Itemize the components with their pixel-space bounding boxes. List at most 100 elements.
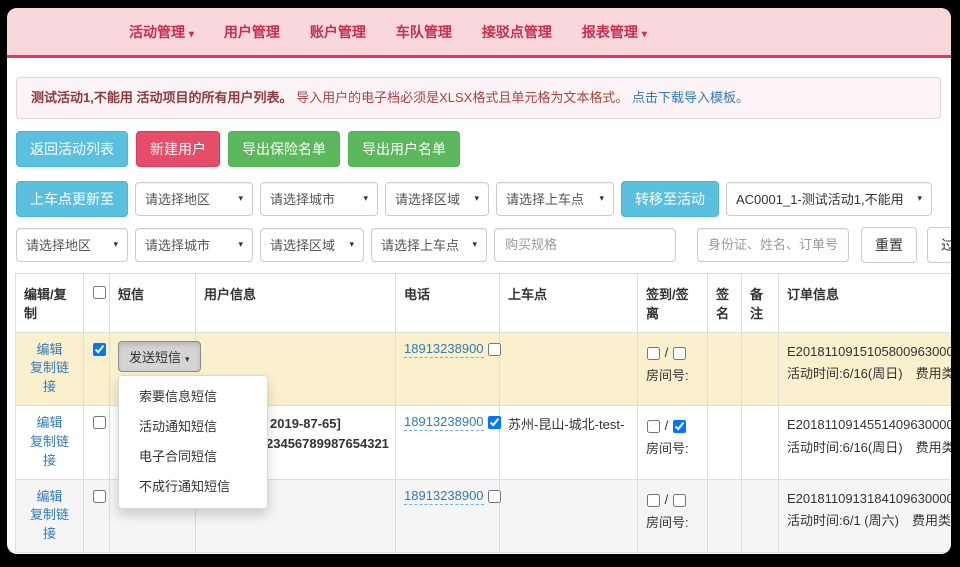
pickup-point-select[interactable]: 请选择上车点▾ xyxy=(496,182,614,216)
page-alert: 测试活动1,不能用 活动项目的所有用户列表。 导入用户的电子档必须是XLSX格式… xyxy=(16,77,941,119)
search-district-select[interactable]: 请选择区域▾ xyxy=(260,228,364,262)
user-info-cell: 李五 [不明 2019-01-31] 台胞证: ef4334 xyxy=(196,553,396,554)
order-meta: 活动时间:6/16(周日) 费用类型 xyxy=(787,366,951,381)
search-region-select[interactable]: 请选择地区▾ xyxy=(16,228,128,262)
copy-link[interactable]: 复制链接 xyxy=(24,359,75,397)
top-navbar: 活动管理 ▾ 用户管理 账户管理 车队管理 接驳点管理 报表管理 ▾ xyxy=(7,8,951,58)
caret-down-icon: ▾ xyxy=(472,239,477,250)
send-sms-button[interactable]: 发送短信▾ xyxy=(118,341,201,372)
menu-item-activity-notice-sms[interactable]: 活动通知短信 xyxy=(119,412,267,442)
edit-link[interactable]: 编辑 xyxy=(24,414,75,433)
caret-down-icon: ▾ xyxy=(917,193,922,204)
caret-down-icon: ▾ xyxy=(363,193,368,204)
room-label: 房间号: xyxy=(646,441,689,456)
menu-item-cancel-notice-sms[interactable]: 不成行通知短信 xyxy=(119,472,267,502)
menu-item-e-contract-sms[interactable]: 电子合同短信 xyxy=(119,442,267,472)
nav-item-fleet-mgmt[interactable]: 车队管理 xyxy=(396,22,452,42)
filter-button[interactable]: 过滤 xyxy=(927,227,951,263)
order-number: E2018110914551409630000195 xyxy=(787,417,951,432)
back-to-activity-list-button[interactable]: 返回活动列表 xyxy=(16,131,128,167)
phone-link[interactable]: 18913238900 xyxy=(404,414,484,431)
alert-activity-title: 测试活动1,不能用 活动项目的所有用户列表。 xyxy=(31,90,292,105)
copy-link[interactable]: 复制链接 xyxy=(24,506,75,544)
search-pickup-point-select[interactable]: 请选择上车点▾ xyxy=(371,228,487,262)
order-number: E2018110915105800963000025 xyxy=(787,344,951,359)
table-row: 编辑 复制链接 发送短信▾ 李五 [不明 2019-01-31] 台胞证: ef… xyxy=(16,553,952,554)
export-insurance-button[interactable]: 导出保险名单 xyxy=(228,131,340,167)
note-cell xyxy=(742,406,779,480)
order-meta: 活动时间:6/16(周日) 费用类型 xyxy=(787,440,951,455)
phone-link[interactable]: 18913238900 xyxy=(404,488,484,505)
sign-out-checkbox[interactable] xyxy=(673,347,686,360)
order-info-cell: E2018110914551409630000195 活动时间:6/16(周日)… xyxy=(779,406,952,480)
pickup-cell xyxy=(500,479,638,553)
download-template-link[interactable]: 点击下载导入模板。 xyxy=(632,90,749,105)
user-table: 编辑/复制 短信 用户信息 电话 上车点 签到/签离 签名 备注 订单信息 编辑… xyxy=(15,273,951,554)
header-user-info: 用户信息 xyxy=(196,273,396,332)
action-button-row: 返回活动列表 新建用户 导出保险名单 导出用户名单 xyxy=(16,131,942,167)
copy-link[interactable]: 复制链接 xyxy=(24,433,75,471)
sign-out-checkbox[interactable] xyxy=(673,420,686,433)
sign-in-checkbox[interactable] xyxy=(647,494,660,507)
order-info-cell: E2018100115550109630000035 活动时间:6/16(周日)… xyxy=(779,553,952,554)
transfer-to-activity-button[interactable]: 转移至活动 xyxy=(621,181,719,217)
phone-checkbox[interactable] xyxy=(488,416,501,429)
menu-item-request-info-sms[interactable]: 索要信息短信 xyxy=(119,382,267,412)
phone-checkbox[interactable] xyxy=(488,343,501,356)
chevron-down-icon: ▾ xyxy=(189,29,194,40)
pickup-cell xyxy=(500,553,638,554)
signature-cell xyxy=(708,332,742,406)
phone-link[interactable]: 18913238900 xyxy=(404,341,484,358)
caret-down-icon: ▾ xyxy=(238,239,243,250)
row-checkbox[interactable] xyxy=(93,343,106,356)
region-select[interactable]: 请选择地区▾ xyxy=(135,182,253,216)
sign-in-checkbox[interactable] xyxy=(647,420,660,433)
spec-input[interactable] xyxy=(494,228,676,262)
app-window: 活动管理 ▾ 用户管理 账户管理 车队管理 接驳点管理 报表管理 ▾ 测试活动1… xyxy=(7,8,951,554)
caret-down-icon: ▾ xyxy=(599,193,604,204)
chevron-down-icon: ▾ xyxy=(642,29,647,40)
district-select[interactable]: 请选择区域▾ xyxy=(385,182,489,216)
update-pickup-button[interactable]: 上车点更新至 xyxy=(16,181,128,217)
pickup-cell xyxy=(500,332,638,406)
header-phone: 电话 xyxy=(396,273,500,332)
search-city-select[interactable]: 请选择城市▾ xyxy=(135,228,253,262)
nav-item-report-mgmt[interactable]: 报表管理 ▾ xyxy=(582,22,647,42)
header-edit-copy: 编辑/复制 xyxy=(16,273,84,332)
transfer-activity-select[interactable]: AC0001_1-测试活动1,不能用▾ xyxy=(726,182,932,216)
caret-down-icon: ▾ xyxy=(185,354,190,364)
caret-down-icon: ▾ xyxy=(349,239,354,250)
table-row: 编辑 复制链接 发送短信▾ 索要信息短信 活动通知短信 电子合同短信 不成行通知… xyxy=(16,332,952,406)
sign-in-checkbox[interactable] xyxy=(647,347,660,360)
alert-body-text: 导入用户的电子档必须是XLSX格式且单元格为文本格式。 xyxy=(296,90,628,105)
row-checkbox[interactable] xyxy=(93,490,106,503)
table-header-row: 编辑/复制 短信 用户信息 电话 上车点 签到/签离 签名 备注 订单信息 xyxy=(16,273,952,332)
search-input[interactable] xyxy=(697,228,849,262)
note-cell xyxy=(742,479,779,553)
caret-down-icon: ▾ xyxy=(238,193,243,204)
note-cell xyxy=(742,553,779,554)
nav-item-activity-mgmt[interactable]: 活动管理 ▾ xyxy=(129,22,194,42)
row-checkbox[interactable] xyxy=(93,416,106,429)
sign-cell: / 房间号: xyxy=(638,332,708,406)
sign-cell: / 房间号: xyxy=(638,479,708,553)
edit-link[interactable]: 编辑 xyxy=(24,341,75,360)
nav-item-user-mgmt[interactable]: 用户管理 xyxy=(224,22,280,42)
city-select[interactable]: 请选择城市▾ xyxy=(260,182,378,216)
nav-item-shuttle-point-mgmt[interactable]: 接驳点管理 xyxy=(482,22,552,42)
caret-down-icon: ▾ xyxy=(113,239,118,250)
phone-checkbox[interactable] xyxy=(488,490,501,503)
order-meta: 活动时间:6/1 (周六) 费用类型 xyxy=(787,513,951,528)
edit-link[interactable]: 编辑 xyxy=(24,488,75,507)
nav-item-account-mgmt[interactable]: 账户管理 xyxy=(310,22,366,42)
sign-cell: / 房间号: xyxy=(638,553,708,554)
room-label: 房间号: xyxy=(646,515,689,530)
select-all-checkbox[interactable] xyxy=(93,286,106,299)
sign-out-checkbox[interactable] xyxy=(673,494,686,507)
note-cell xyxy=(742,332,779,406)
header-signature: 签名 xyxy=(708,273,742,332)
reset-button[interactable]: 重置 xyxy=(861,227,917,263)
new-user-button[interactable]: 新建用户 xyxy=(136,131,220,167)
sms-dropdown-menu: 索要信息短信 活动通知短信 电子合同短信 不成行通知短信 xyxy=(118,375,268,510)
export-users-button[interactable]: 导出用户名单 xyxy=(348,131,460,167)
